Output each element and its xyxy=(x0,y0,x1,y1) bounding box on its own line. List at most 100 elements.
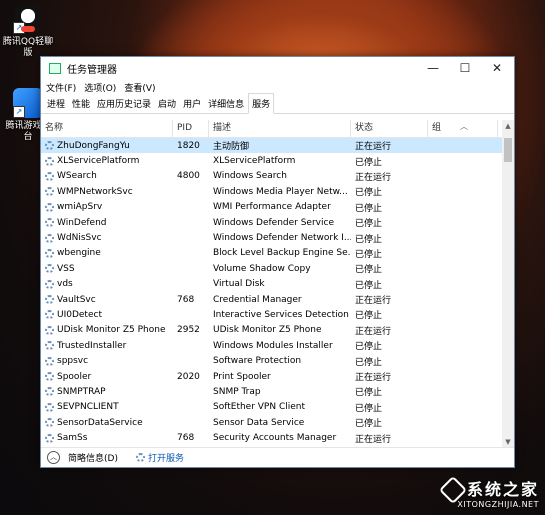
service-pid: 768 xyxy=(177,433,195,444)
service-gear-icon xyxy=(45,402,54,412)
open-services-link[interactable]: 打开服务 xyxy=(118,451,184,464)
table-row[interactable]: vds Virtual Disk 已停止 xyxy=(41,277,514,292)
service-description: SNMP Trap xyxy=(213,386,261,397)
service-name: wmiApSrv xyxy=(57,202,103,213)
service-gear-icon xyxy=(45,433,54,443)
service-name-cell: UI0Detect xyxy=(41,310,173,320)
service-description: Security Accounts Manager xyxy=(213,433,337,444)
service-gear-icon xyxy=(45,156,54,166)
scroll-up-icon[interactable]: ▲ xyxy=(502,120,514,132)
service-status: 已停止 xyxy=(355,342,383,353)
footer-bar: ︿ 简略信息(D) 打开服务 xyxy=(41,447,514,467)
column-header-pid[interactable]: PID xyxy=(173,120,209,137)
service-description: Virtual Disk xyxy=(213,279,265,290)
title-bar[interactable]: 任务管理器 — ☐ ✕ xyxy=(41,57,514,79)
tab-performance[interactable]: 性能 xyxy=(69,94,93,113)
service-pid: 4800 xyxy=(177,171,200,182)
tab-services[interactable]: 服务 xyxy=(248,93,275,114)
table-row[interactable]: XLServicePlatform XLServicePlatform 已停止 xyxy=(41,153,514,168)
watermark: 系统之家 XITONGZHIJIA.NET xyxy=(438,475,539,509)
table-row[interactable]: VSS Volume Shadow Copy 已停止 xyxy=(41,261,514,276)
service-gear-icon xyxy=(45,295,54,305)
qq-icon: ↗ xyxy=(13,4,43,34)
table-row[interactable]: WMPNetworkSvc Windows Media Player Netw..… xyxy=(41,184,514,199)
table-row[interactable]: wbengine Block Level Backup Engine Se... 已… xyxy=(41,246,514,261)
service-gear-icon xyxy=(45,141,54,151)
tab-users[interactable]: 用户 xyxy=(180,94,204,113)
table-row[interactable]: wmiApSrv WMI Performance Adapter 已停止 xyxy=(41,200,514,215)
service-status: 正在运行 xyxy=(355,296,392,307)
service-gear-icon xyxy=(45,387,54,397)
table-row[interactable]: SamSs 768 Security Accounts Manager 正在运行 xyxy=(41,430,514,445)
service-description: Windows Media Player Netw... xyxy=(213,186,348,197)
service-status: 正在运行 xyxy=(355,434,392,445)
service-gear-icon xyxy=(45,341,54,351)
service-name: SNMPTRAP xyxy=(57,386,106,397)
table-header: 名称 PID 描述 状态 组 ︿ xyxy=(41,120,514,138)
table-row[interactable]: sppsvc Software Protection 已停止 xyxy=(41,353,514,368)
desktop-icon-qq[interactable]: ↗ 腾讯QQ轻聊版 xyxy=(2,4,54,59)
table-row[interactable]: TrustedInstaller Windows Modules Installe… xyxy=(41,338,514,353)
table-row[interactable]: ZhuDongFangYu 1820 主动防御 正在运行 xyxy=(41,138,514,154)
service-description: XLServicePlatform xyxy=(213,156,296,167)
service-name-cell: wmiApSrv xyxy=(41,202,173,212)
service-gear-icon xyxy=(45,325,54,335)
table-row[interactable]: SNMPTRAP SNMP Trap 已停止 xyxy=(41,384,514,399)
table-row[interactable]: UDisk Monitor Z5 Phone 2952 UDisk Monitor … xyxy=(41,323,514,338)
service-name: WMPNetworkSvc xyxy=(57,186,133,197)
scrollbar-thumb[interactable] xyxy=(504,138,512,162)
service-description: Volume Shadow Copy xyxy=(213,263,311,274)
service-description: 主动防御 xyxy=(213,142,250,153)
menu-view[interactable]: 查看(V) xyxy=(124,81,155,94)
table-row[interactable]: WSearch 4800 Windows Search 正在运行 xyxy=(41,169,514,184)
minimize-button[interactable]: — xyxy=(417,57,449,79)
service-status: 正在运行 xyxy=(355,142,392,153)
table-row[interactable]: SensorDataService Sensor Data Service 已停止 xyxy=(41,415,514,430)
service-gear-icon xyxy=(45,264,54,274)
service-name: UDisk Monitor Z5 Phone xyxy=(57,325,166,336)
menu-file[interactable]: 文件(F) xyxy=(46,81,76,94)
service-name-cell: VSS xyxy=(41,264,173,274)
column-header-name[interactable]: 名称 xyxy=(41,120,173,137)
table-row[interactable]: SEVPNCLIENT SoftEther VPN Client 已停止 xyxy=(41,400,514,415)
table-row[interactable]: WinDefend Windows Defender Service 已停止 xyxy=(41,215,514,230)
service-gear-icon xyxy=(45,279,54,289)
brief-info-button[interactable]: 简略信息(D) xyxy=(68,451,118,464)
service-name-cell: SEVPNCLIENT xyxy=(41,402,173,412)
close-button[interactable]: ✕ xyxy=(481,57,513,79)
service-status: 已停止 xyxy=(355,188,383,199)
table-row[interactable]: WdNisSvc Windows Defender Network I... 已停止 xyxy=(41,230,514,245)
table-row[interactable]: UI0Detect Interactive Services Detection 已… xyxy=(41,307,514,322)
service-gear-icon xyxy=(45,356,54,366)
menu-bar: 文件(F) 选项(O) 查看(V) xyxy=(41,79,514,95)
service-name-cell: UDisk Monitor Z5 Phone xyxy=(41,325,173,335)
table-row[interactable]: Spooler 2020 Print Spooler 正在运行 xyxy=(41,369,514,384)
column-header-description[interactable]: 描述 xyxy=(209,120,351,137)
tab-app-history[interactable]: 应用历史记录 xyxy=(94,94,154,113)
service-name-cell: SensorDataService xyxy=(41,418,173,428)
tab-details[interactable]: 详细信息 xyxy=(205,94,247,113)
menu-options[interactable]: 选项(O) xyxy=(84,81,116,94)
service-gear-icon xyxy=(45,187,54,197)
column-header-status[interactable]: 状态 xyxy=(351,120,428,137)
service-description: Sensor Data Service xyxy=(213,417,305,428)
service-gear-icon xyxy=(45,372,54,382)
table-row[interactable]: VaultSvc 768 Credential Manager 正在运行 xyxy=(41,292,514,307)
service-name: SamSs xyxy=(57,433,88,444)
maximize-button[interactable]: ☐ xyxy=(449,57,481,79)
service-pid: 2020 xyxy=(177,371,200,382)
service-name: sppsvc xyxy=(57,356,89,367)
tab-processes[interactable]: 进程 xyxy=(44,94,68,113)
collapse-chevron-icon[interactable]: ︿ xyxy=(47,451,60,464)
service-name-cell: XLServicePlatform xyxy=(41,156,173,166)
service-status: 正在运行 xyxy=(355,172,392,183)
service-description: Windows Defender Network I... xyxy=(213,233,351,244)
service-pid: 2952 xyxy=(177,325,200,336)
vertical-scrollbar[interactable]: ▲ ▼ xyxy=(502,120,514,448)
service-status: 已停止 xyxy=(355,403,383,414)
service-status: 已停止 xyxy=(355,203,383,214)
tab-startup[interactable]: 启动 xyxy=(155,94,179,113)
service-pid: 768 xyxy=(177,294,195,305)
service-name-cell: TrustedInstaller xyxy=(41,341,173,351)
services-table: 名称 PID 描述 状态 组 ︿ ZhuDongFangYu 1820 主动防御 正在… xyxy=(41,120,514,448)
